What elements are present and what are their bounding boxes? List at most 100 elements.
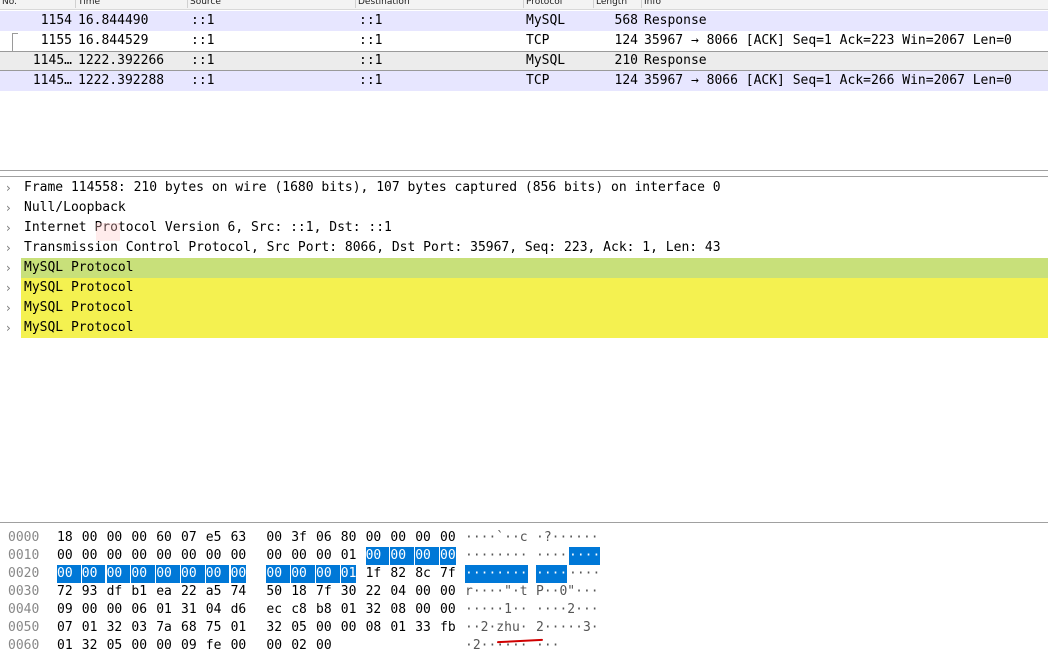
packet-details-pane[interactable]: › Frame 114558: 210 bytes on wire (1680 b… — [0, 176, 1048, 523]
hex-byte[interactable]: 00 — [440, 583, 456, 601]
hex-byte[interactable]: 00 — [230, 565, 247, 583]
chevron-right-icon[interactable]: › — [6, 198, 16, 218]
hex-byte[interactable]: 60 — [156, 529, 172, 547]
hex-byte[interactable]: 68 — [181, 619, 197, 637]
hex-byte[interactable]: 06 — [316, 529, 332, 547]
hex-byte[interactable]: 1f — [366, 565, 382, 583]
hex-byte[interactable]: 80 — [341, 529, 357, 547]
hex-byte[interactable]: b1 — [131, 583, 147, 601]
hex-byte[interactable]: 04 — [206, 601, 222, 619]
hex-byte[interactable]: 00 — [415, 529, 431, 547]
hex-byte[interactable]: 18 — [291, 583, 307, 601]
hex-byte[interactable]: b8 — [316, 601, 332, 619]
hex-byte[interactable]: 06 — [131, 601, 147, 619]
hex-byte[interactable]: 00 — [266, 547, 282, 565]
packet-list[interactable]: No. Time Source Destination Protocol Len… — [0, 0, 1048, 171]
hex-byte[interactable]: 00 — [156, 565, 180, 583]
hex-byte[interactable]: 00 — [106, 565, 131, 583]
hex-byte[interactable]: 01 — [390, 619, 406, 637]
detail-tree-item[interactable]: › MySQL Protocol — [0, 298, 1048, 318]
hex-byte[interactable]: 22 — [181, 583, 197, 601]
hex-byte[interactable]: ea — [156, 583, 172, 601]
hex-byte[interactable]: 3f — [291, 529, 307, 547]
hex-byte[interactable]: 30 — [341, 583, 357, 601]
hex-byte[interactable]: 22 — [366, 583, 382, 601]
hex-byte[interactable]: 09 — [57, 601, 73, 619]
hex-byte[interactable]: 00 — [231, 637, 247, 655]
column-header-source[interactable]: Source — [188, 0, 356, 8]
hex-byte[interactable]: 07 — [57, 619, 73, 637]
hex-byte[interactable]: 00 — [266, 565, 291, 583]
hex-byte[interactable]: 09 — [181, 637, 197, 655]
hex-byte[interactable]: 00 — [316, 565, 340, 583]
detail-tree-item[interactable]: › Frame 114558: 210 bytes on wire (1680 b… — [0, 178, 1048, 198]
hex-byte[interactable]: df — [107, 583, 123, 601]
packet-row[interactable]: 1145… 1222.392266::1::1 MySQL 210 Response — [0, 51, 1048, 71]
hex-byte[interactable]: 00 — [82, 529, 98, 547]
hex-byte[interactable]: 00 — [440, 529, 456, 547]
hex-byte[interactable]: 00 — [81, 565, 106, 583]
hex-byte[interactable]: 05 — [107, 637, 123, 655]
hex-byte[interactable]: 00 — [131, 547, 147, 565]
hex-byte[interactable]: 03 — [131, 619, 147, 637]
hex-byte[interactable]: 75 — [206, 619, 222, 637]
hex-byte[interactable]: 00 — [107, 547, 123, 565]
hex-byte[interactable]: 00 — [107, 529, 123, 547]
hex-byte[interactable]: fb — [440, 619, 456, 637]
hex-byte[interactable]: 32 — [366, 601, 382, 619]
hex-byte[interactable]: ec — [266, 601, 282, 619]
hex-byte[interactable]: 00 — [266, 529, 282, 547]
detail-tree-item[interactable]: › MySQL Protocol — [0, 278, 1048, 298]
ascii-text[interactable]: ···· — [569, 565, 600, 583]
hex-byte[interactable]: 32 — [82, 637, 98, 655]
ascii-text[interactable]: ···· — [536, 547, 567, 565]
hex-byte[interactable]: 00 — [57, 565, 81, 583]
hex-byte[interactable]: 00 — [57, 547, 73, 565]
hex-byte[interactable]: 04 — [390, 583, 406, 601]
ascii-text[interactable]: ···· — [569, 547, 601, 565]
hex-row[interactable]: 0040 09 00 00 06 01 31 04 d6 ec c8 b8 01 32 08 00 00 ····… — [0, 601, 1048, 619]
hex-byte[interactable]: 00 — [366, 529, 382, 547]
column-header-protocol[interactable]: Protocol — [524, 0, 594, 8]
column-header-time[interactable]: Time — [76, 0, 188, 8]
ascii-text[interactable]: ····2··· — [536, 601, 599, 619]
hex-byte[interactable]: 01 — [82, 619, 98, 637]
hex-row[interactable]: 0000 18 00 00 00 60 07 e5 63 00 3f 06 80 00 00 00 00 ····… — [0, 529, 1048, 547]
hex-byte[interactable]: 32 — [266, 619, 282, 637]
column-header-destination[interactable]: Destination — [356, 0, 524, 8]
hex-byte[interactable]: 00 — [440, 601, 456, 619]
hex-byte[interactable]: 00 — [82, 547, 98, 565]
ascii-text[interactable]: ········ — [465, 547, 528, 565]
hex-byte[interactable]: 02 — [291, 637, 307, 655]
detail-tree-item[interactable]: › Transmission Control Protocol, Src Port… — [0, 238, 1048, 258]
packet-row[interactable]: 1145… 1222.392288::1::1 TCP 124 35967 → 8066… — [0, 71, 1048, 91]
hex-byte[interactable]: 00 — [291, 565, 315, 583]
hex-byte[interactable]: 00 — [390, 547, 415, 565]
hex-byte[interactable]: 00 — [266, 637, 282, 655]
hex-byte[interactable]: 05 — [291, 619, 307, 637]
hex-byte[interactable]: 00 — [206, 547, 222, 565]
hex-byte[interactable]: 7f — [440, 565, 456, 583]
hex-byte[interactable]: 00 — [156, 547, 172, 565]
detail-tree-item[interactable]: › MySQL Protocol — [0, 318, 1048, 338]
hex-byte[interactable]: 01 — [341, 601, 357, 619]
hex-byte[interactable]: 00 — [107, 601, 123, 619]
hex-byte[interactable]: d6 — [231, 601, 247, 619]
hex-byte[interactable]: 01 — [340, 565, 357, 583]
chevron-right-icon[interactable]: › — [6, 178, 16, 198]
hex-byte[interactable]: 00 — [205, 565, 230, 583]
hex-byte[interactable]: 00 — [365, 547, 390, 565]
hex-byte[interactable]: 32 — [107, 619, 123, 637]
hex-byte[interactable]: 01 — [341, 547, 357, 565]
hex-byte[interactable]: 00 — [131, 565, 156, 583]
chevron-right-icon[interactable]: › — [6, 258, 16, 278]
hex-byte[interactable]: 00 — [231, 547, 247, 565]
hex-row[interactable]: 0010 00 00 00 00 00 00 00 00 00 00 00 01 00 00 00 00 ····… — [0, 547, 1048, 565]
column-header-no[interactable]: No. — [0, 0, 76, 8]
column-header-info[interactable]: Info — [642, 0, 1048, 8]
detail-tree-item[interactable]: › MySQL Protocol — [0, 258, 1048, 278]
hex-byte[interactable]: 00 — [82, 601, 98, 619]
hex-byte[interactable]: 00 — [291, 547, 307, 565]
packet-row[interactable]: 1155 16.844529::1::1 TCP 124 35967 → 8066 [A… — [0, 31, 1048, 51]
hex-byte[interactable]: 00 — [131, 637, 147, 655]
